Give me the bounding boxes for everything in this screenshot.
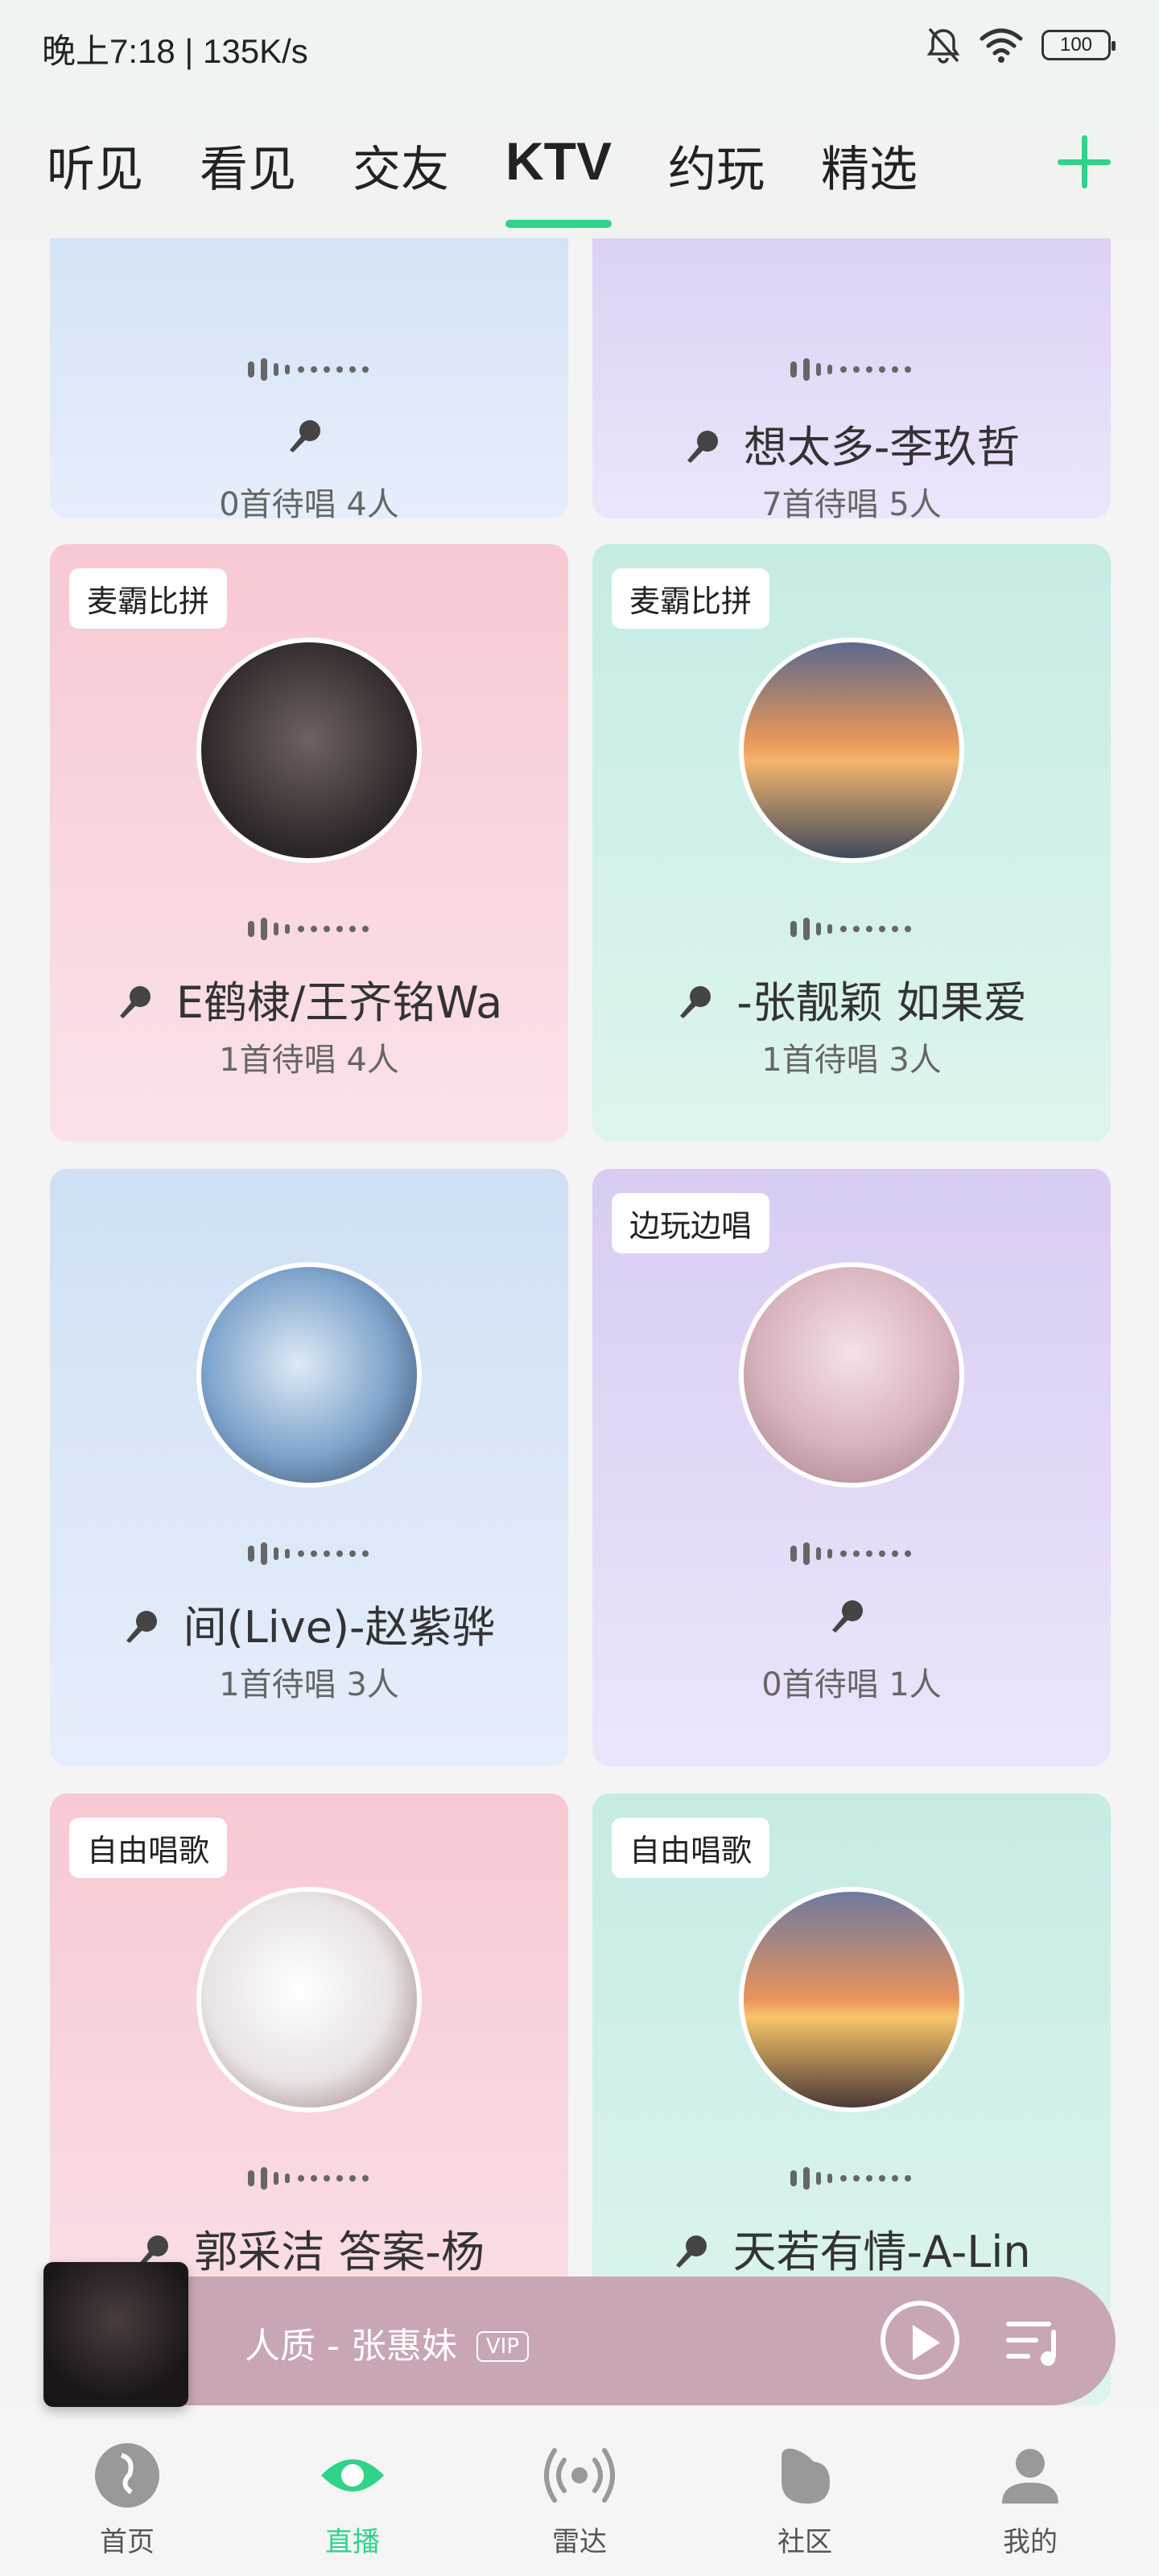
tab-tingjian[interactable]: 听见 (47, 130, 143, 200)
status-icons: 100 (926, 26, 1116, 64)
song-title: -张靓颖 如果爱 (736, 977, 1027, 1028)
room-meta: 1首待唱 3人 (219, 1666, 399, 1703)
room-avatar (196, 1887, 422, 2112)
room-meta: 1首待唱 4人 (219, 1042, 399, 1079)
mute-bell-icon (926, 27, 960, 64)
room-avatar (739, 1887, 964, 2112)
song-title: E鹤棣/王齐铭Wa (175, 977, 503, 1028)
bottom-nav: 首页 直播 雷达 社区 我的 (0, 2407, 1159, 2576)
eye-icon (321, 2459, 384, 2491)
battery-indicator: 100 (1041, 30, 1116, 60)
tab-jingxuan[interactable]: 精选 (821, 130, 918, 200)
sound-wave-icon (248, 1542, 369, 1565)
top-bar: 晚上7:18 | 135K/s 100 听见 看见 交友 KTV 约玩 精选 (0, 0, 1159, 238)
room-card[interactable]: 麦霸比拼 -张靓颖 如果爱 1首待唱 3人 (592, 544, 1111, 1141)
microphone-icon (680, 986, 711, 1018)
song-title: 天若有情-A-Lin (732, 2227, 1031, 2277)
song-title: 郭采洁 答案-杨 (194, 2227, 485, 2277)
nav-radar[interactable]: 雷达 (523, 2439, 636, 2559)
add-icon[interactable] (1058, 135, 1111, 188)
sound-wave-icon (790, 358, 911, 381)
room-avatar (196, 1262, 422, 1488)
tab-jiaoyou[interactable]: 交友 (353, 130, 449, 200)
play-button[interactable] (881, 2301, 959, 2380)
nav-live[interactable]: 直播 (296, 2439, 409, 2559)
room-meta: 0首待唱 1人 (761, 1666, 942, 1703)
song-title: 想太多-李玖哲 (743, 422, 1021, 473)
sound-wave-icon (248, 2167, 369, 2190)
microphone-icon (119, 986, 151, 1018)
room-avatar (739, 638, 964, 863)
playlist-icon[interactable] (1003, 2314, 1067, 2370)
room-type-badge: 自由唱歌 (612, 1818, 770, 1878)
microphone-icon (126, 1611, 158, 1643)
sound-wave-icon (790, 918, 911, 940)
category-tabs: 听见 看见 交友 KTV 约玩 精选 (47, 130, 974, 228)
room-card[interactable]: 间(Live)-赵紫骅 1首待唱 3人 (50, 1169, 568, 1766)
vip-badge: VIP (476, 2331, 529, 2362)
status-time: 晚上7:18 | 135K/s (42, 32, 308, 70)
community-icon (782, 2448, 830, 2504)
sound-wave-icon (790, 1542, 911, 1565)
room-meta: 1首待唱 3人 (761, 1042, 942, 1079)
microphone-icon (832, 1600, 863, 1633)
room-meta: 7首待唱 5人 (761, 486, 942, 518)
room-card[interactable]: 边玩边唱 0首待唱 1人 (592, 1169, 1111, 1766)
sound-wave-icon (248, 358, 369, 381)
room-avatar (196, 638, 422, 863)
user-icon (1002, 2449, 1058, 2504)
microphone-icon (676, 2235, 707, 2268)
tab-kanjian[interactable]: 看见 (200, 130, 296, 200)
nav-home[interactable]: 首页 (71, 2439, 184, 2559)
nav-me[interactable]: 我的 (974, 2439, 1087, 2559)
room-type-badge: 自由唱歌 (69, 1818, 228, 1878)
room-type-badge: 麦霸比拼 (612, 568, 770, 629)
room-type-badge: 麦霸比拼 (69, 568, 228, 629)
room-meta: 0首待唱 4人 (219, 486, 399, 518)
song-title: 间(Live)-赵紫骅 (183, 1602, 496, 1653)
home-icon (95, 2443, 159, 2508)
microphone-icon (290, 420, 320, 452)
tab-ktv[interactable]: KTV (505, 130, 612, 228)
room-type-badge: 边玩边唱 (612, 1193, 770, 1253)
radar-icon (544, 2448, 615, 2503)
player-album-cover[interactable] (43, 2262, 188, 2407)
sound-wave-icon (248, 918, 369, 940)
player-song-title: 人质 - 张惠妹 (245, 2326, 457, 2367)
room-avatar (739, 1262, 964, 1488)
wifi-icon (980, 28, 1023, 63)
sound-wave-icon (790, 2167, 911, 2190)
tab-yuewan[interactable]: 约玩 (668, 130, 765, 200)
microphone-icon (687, 431, 718, 463)
room-card[interactable]: 麦霸比拼 E鹤棣/王齐铭Wa 1首待唱 4人 (50, 544, 568, 1141)
nav-community[interactable]: 社区 (749, 2439, 861, 2559)
